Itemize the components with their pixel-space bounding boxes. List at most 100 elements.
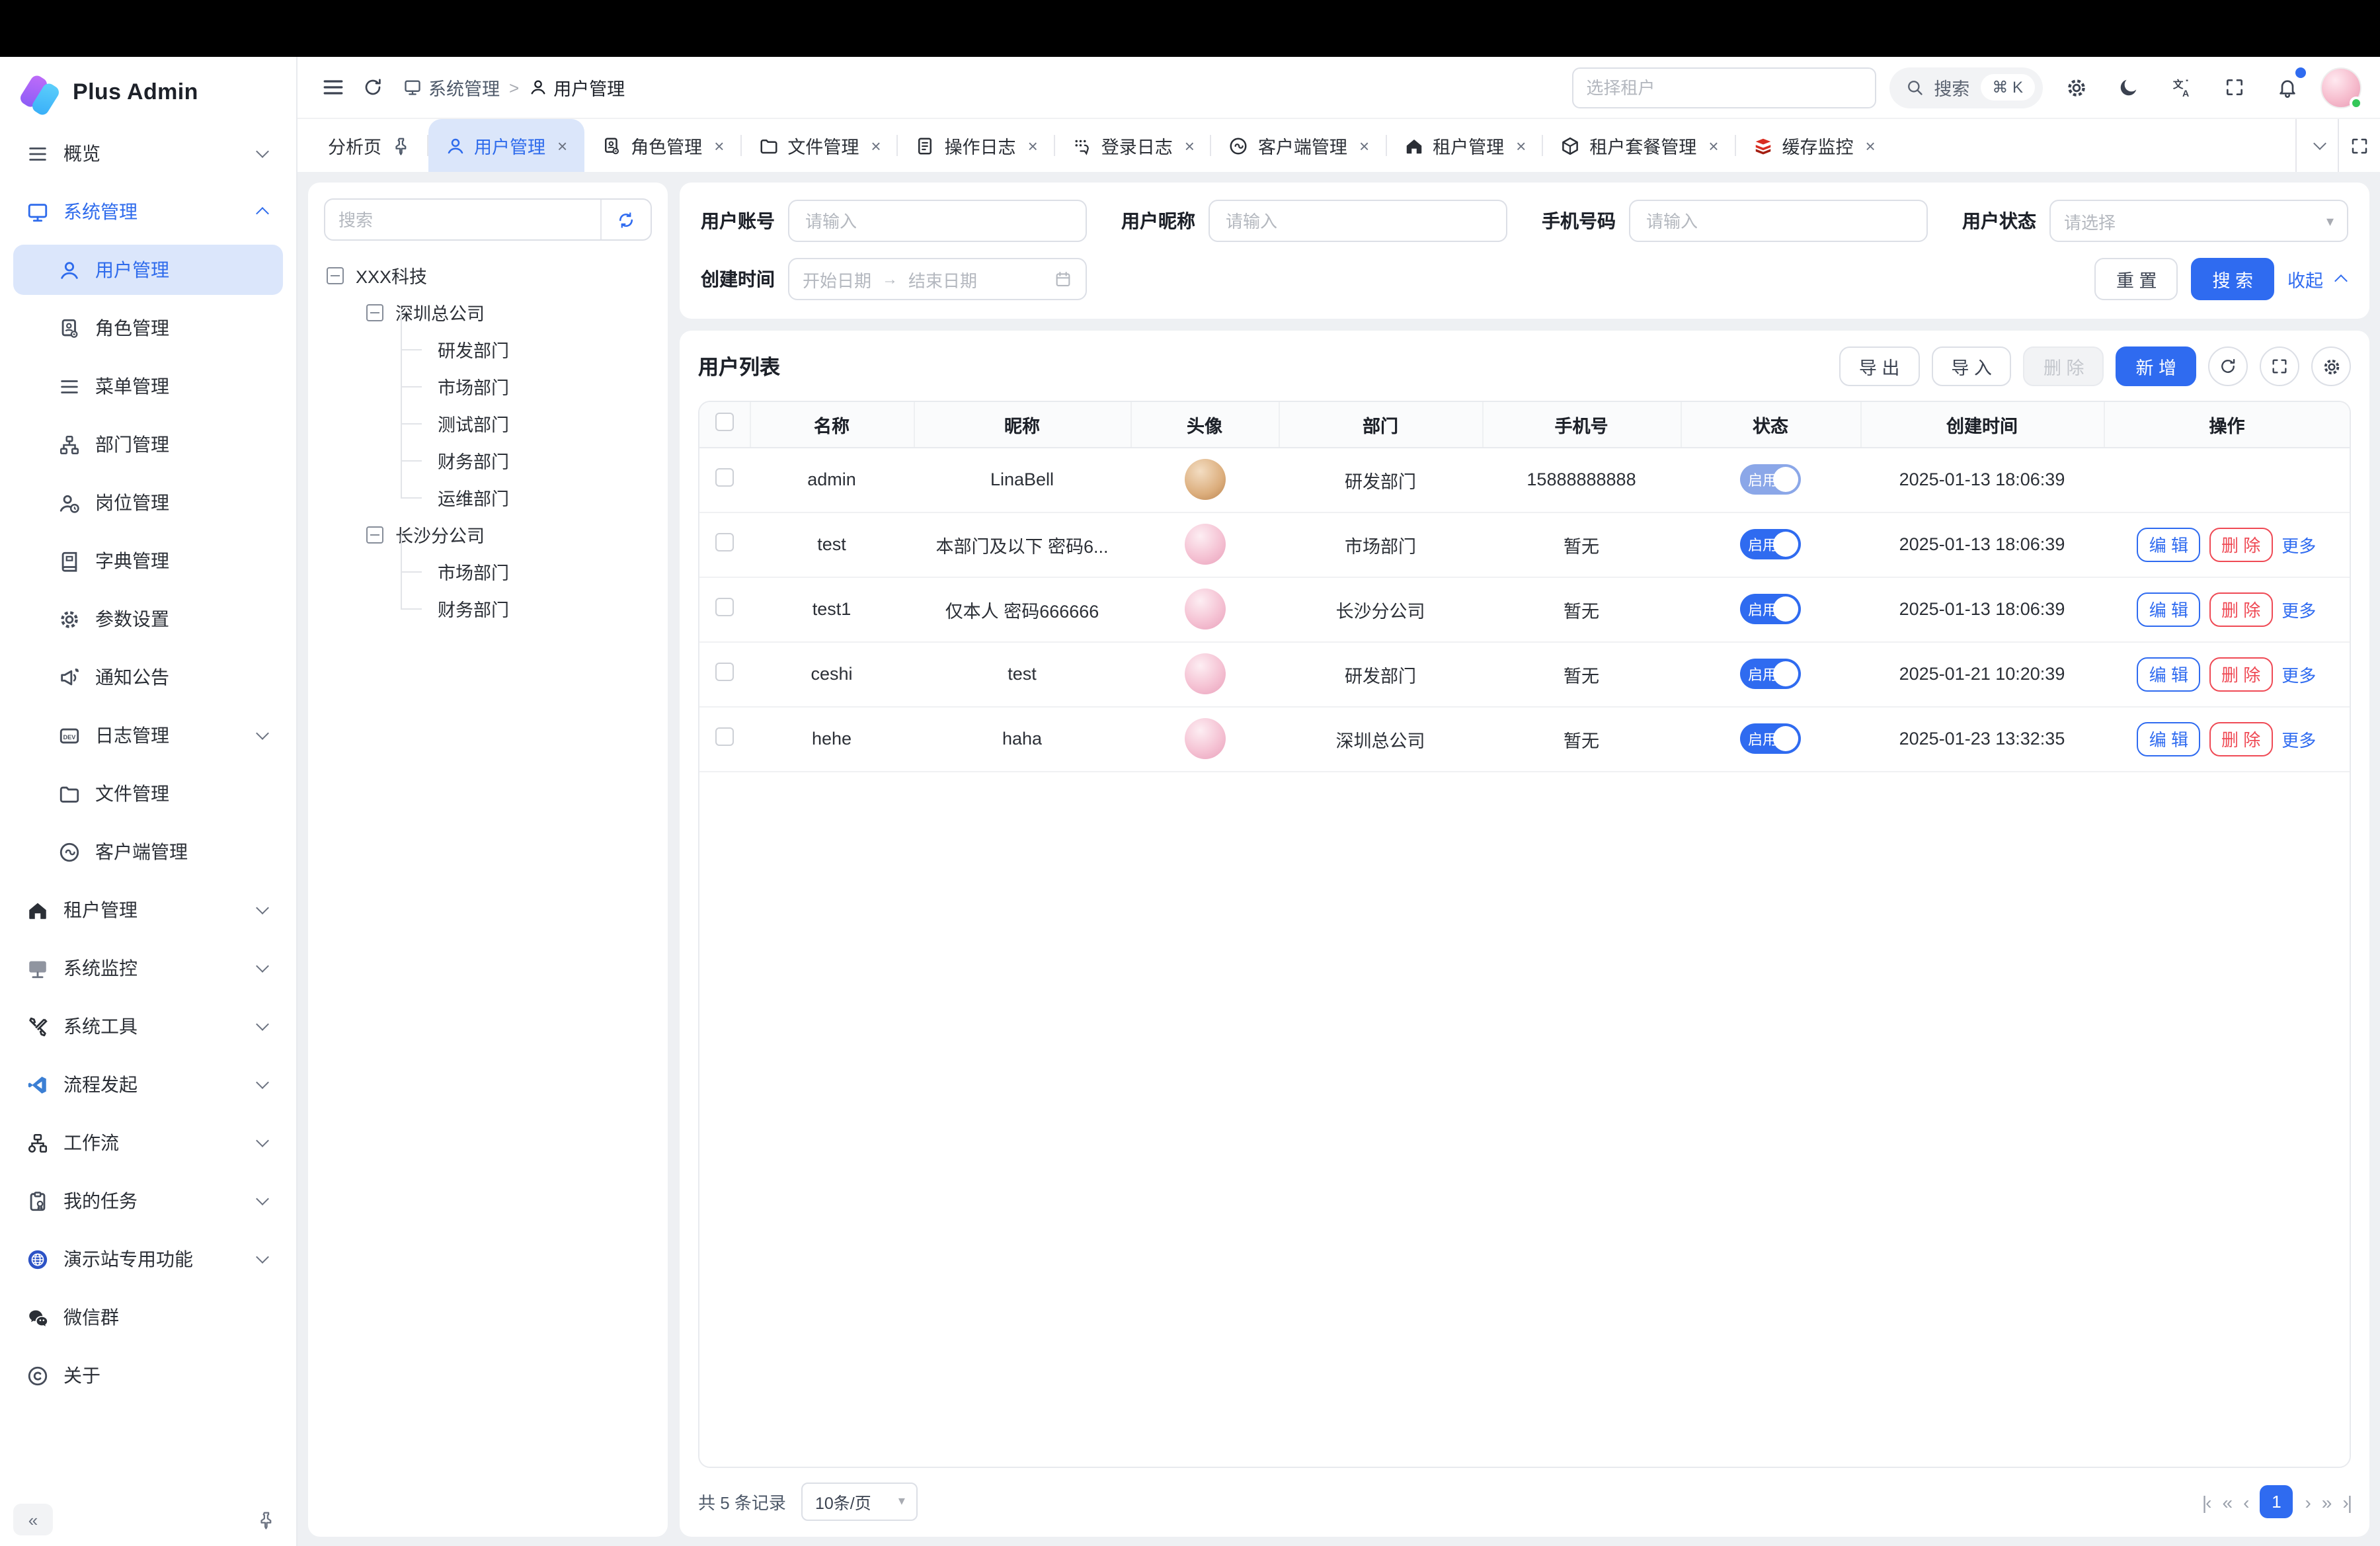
sidebar-item-file-mgmt[interactable]: 文件管理 [13,768,283,819]
status-toggle[interactable]: 启用 [1740,464,1801,495]
close-icon[interactable]: × [871,136,881,155]
last-page-button[interactable]: ›| [2342,1491,2351,1512]
status-toggle[interactable]: 启用 [1740,594,1801,624]
close-icon[interactable]: × [1516,136,1526,155]
tab-dropdown-button[interactable] [2295,119,2338,172]
content-fullscreen-button[interactable] [2338,119,2380,172]
language-button[interactable] [2162,67,2202,107]
delete-row-button[interactable]: 删 除 [2209,721,2272,756]
row-checkbox[interactable] [715,468,734,487]
phone-input[interactable] [1644,210,1913,232]
sidebar-item-param-settings[interactable]: 参数设置 [13,594,283,644]
tab-role-mgmt[interactable]: 角色管理× [584,119,741,172]
notifications-button[interactable] [2268,67,2307,107]
first-page-button[interactable]: |‹ [2202,1491,2211,1512]
sidebar-item-overview[interactable]: 概览 [13,128,283,179]
prev-page-button[interactable]: ‹ [2243,1491,2248,1512]
tree-node-rd-dept[interactable]: 研发部门 [324,331,652,368]
add-button[interactable]: 新 增 [2116,346,2196,386]
edit-button[interactable]: 编 辑 [2137,657,2200,691]
user-status-select[interactable]: 请选择▾ [2049,200,2348,242]
row-checkbox[interactable] [715,663,734,681]
more-button[interactable]: 更多 [2281,600,2316,620]
close-icon[interactable]: × [557,136,567,155]
refresh-page-button[interactable] [353,67,393,107]
table-fullscreen-button[interactable] [2260,346,2299,386]
sidebar-item-flow-start[interactable]: 流程发起 [13,1059,283,1110]
breadcrumb-user-mgmt[interactable]: 用户管理 [528,74,625,101]
page-size-select[interactable]: 10条/页▾ [802,1483,918,1521]
more-button[interactable]: 更多 [2281,665,2316,685]
next-pages-button[interactable]: » [2322,1491,2331,1512]
edit-button[interactable]: 编 辑 [2137,721,2200,756]
breadcrumb-system-mgmt[interactable]: 系统管理 [403,74,500,101]
sidebar-item-post-mgmt[interactable]: 岗位管理 [13,477,283,528]
tab-user-mgmt[interactable]: 用户管理× [428,119,584,172]
status-toggle[interactable]: 启用 [1740,723,1801,754]
sidebar-pin-button[interactable] [249,1504,283,1535]
sidebar-item-user-mgmt[interactable]: 用户管理 [13,245,283,295]
user-avatar-button[interactable] [2320,67,2361,108]
search-button[interactable]: 搜 索 [2191,258,2274,300]
edit-button[interactable]: 编 辑 [2137,527,2200,561]
tree-node-shenzhen-hq[interactable]: 深圳总公司 [324,294,652,331]
table-settings-button[interactable] [2311,346,2351,386]
more-button[interactable]: 更多 [2281,730,2316,750]
table-refresh-button[interactable] [2208,346,2248,386]
tab-tenant-mgmt[interactable]: 租户管理× [1386,119,1543,172]
sidebar-item-role-mgmt[interactable]: 角色管理 [13,303,283,353]
more-button[interactable]: 更多 [2281,536,2316,555]
delete-row-button[interactable]: 删 除 [2209,527,2272,561]
row-checkbox[interactable] [715,598,734,616]
sidebar-item-workflow[interactable]: 工作流 [13,1118,283,1168]
tab-login-log[interactable]: 登录日志× [1055,119,1212,172]
sidebar-item-tenant-mgmt[interactable]: 租户管理 [13,885,283,935]
tree-node-test-dept[interactable]: 测试部门 [324,405,652,442]
sidebar-item-dept-mgmt[interactable]: 部门管理 [13,419,283,469]
tree-node-ops-dept[interactable]: 运维部门 [324,479,652,516]
collapse-filter-link[interactable]: 收起 [2287,266,2348,292]
sidebar-collapse-button[interactable]: « [13,1504,53,1535]
tab-operation-log[interactable]: 操作日志× [898,119,1055,172]
sidebar-item-system-monitor[interactable]: 系统监控 [13,943,283,993]
row-checkbox[interactable] [715,727,734,746]
tree-node-market-dept[interactable]: 市场部门 [324,368,652,405]
close-icon[interactable]: × [1359,136,1369,155]
global-search-button[interactable]: 搜索 ⌘ K [1889,67,2043,108]
sidebar-item-system-tools[interactable]: 系统工具 [13,1001,283,1051]
tab-analysis[interactable]: 分析页 [311,119,428,172]
tab-client-mgmt[interactable]: 客户端管理× [1212,119,1386,172]
import-button[interactable]: 导 入 [1931,346,2012,386]
sidebar-item-menu-mgmt[interactable]: 菜单管理 [13,361,283,411]
close-icon[interactable]: × [1028,136,1038,155]
next-page-button[interactable]: › [2305,1491,2309,1512]
sidebar-item-about[interactable]: 关于 [13,1350,283,1401]
tree-node-finance-dept[interactable]: 财务部门 [324,442,652,479]
sidebar-item-client-mgmt[interactable]: 客户端管理 [13,827,283,877]
sidebar-item-wechat-group[interactable]: 微信群 [13,1292,283,1342]
tree-node-company[interactable]: XXX科技 [324,257,652,294]
tree-node-market-dept2[interactable]: 市场部门 [324,553,652,590]
sidebar-item-system-mgmt[interactable]: 系统管理 [13,186,283,237]
collapse-box-icon[interactable] [366,304,383,321]
tab-cache-monitor[interactable]: 缓存监控× [1736,119,1893,172]
user-nickname-input[interactable] [1223,210,1493,232]
collapse-box-icon[interactable] [327,266,344,284]
tree-search-input[interactable] [325,210,600,229]
edit-button[interactable]: 编 辑 [2137,592,2200,626]
sidebar-item-log-mgmt[interactable]: 日志管理 [13,710,283,760]
settings-button[interactable] [2056,67,2096,107]
delete-button[interactable]: 删 除 [2024,346,2104,386]
delete-row-button[interactable]: 删 除 [2209,592,2272,626]
reset-button[interactable]: 重 置 [2095,258,2178,300]
close-icon[interactable]: × [1866,136,1876,155]
sidebar-item-dict-mgmt[interactable]: 字典管理 [13,536,283,586]
tab-file-mgmt[interactable]: 文件管理× [741,119,898,172]
export-button[interactable]: 导 出 [1839,346,1920,386]
sidebar-item-my-tasks[interactable]: 我的任务 [13,1176,283,1226]
status-toggle[interactable]: 启用 [1740,659,1801,689]
status-toggle[interactable]: 启用 [1740,529,1801,559]
sidebar-item-notice[interactable]: 通知公告 [13,652,283,702]
user-account-input[interactable] [803,210,1072,232]
close-icon[interactable]: × [714,136,724,155]
